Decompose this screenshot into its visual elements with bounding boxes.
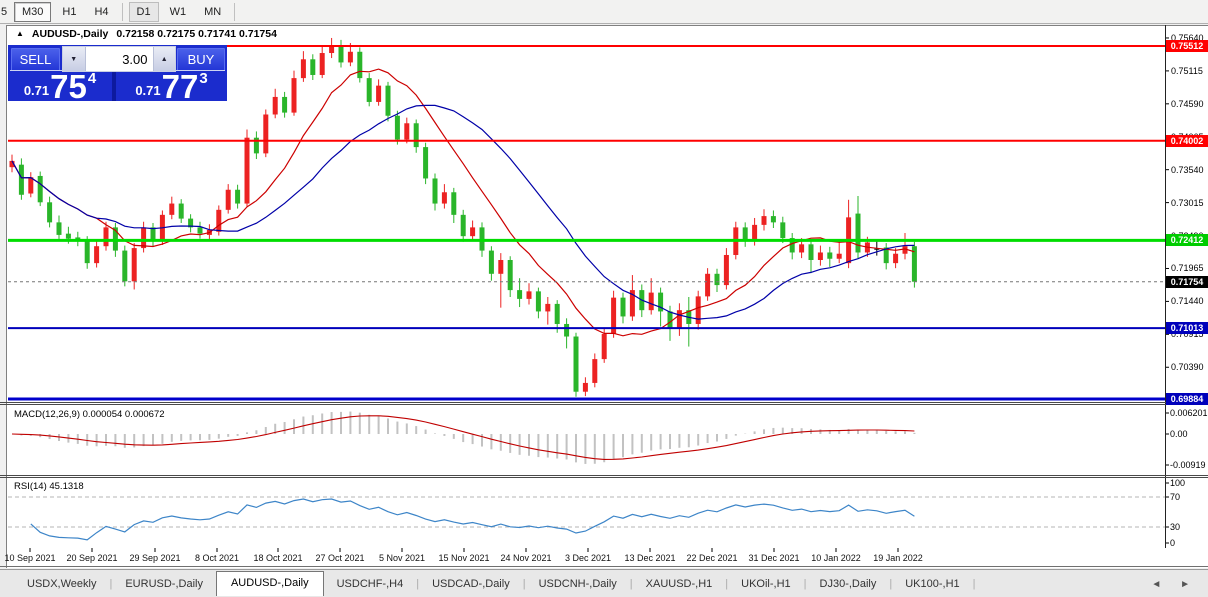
one-click-trade-panel: SELL BUY ▼ ▲ 0.71 75 4 0.71 77 3 [8, 45, 227, 101]
pane-splitter[interactable] [0, 404, 1208, 405]
date-label: 22 Dec 2021 [686, 553, 737, 563]
rsi-axis-label: 30 [1170, 522, 1180, 532]
date-label: 10 Jan 2022 [811, 553, 861, 563]
mt4-window: 5 M30H1H4D1W1MN ▲ AUDUSD-,Daily 0.72158 … [0, 0, 1208, 597]
price-tag-0.74002: 0.74002 [1166, 135, 1208, 147]
date-label: 29 Sep 2021 [129, 553, 180, 563]
tab-eurusd-daily[interactable]: EURUSD-,Daily [112, 574, 216, 594]
price-tick-label: 0.71965 [1171, 263, 1204, 273]
date-label: 19 Jan 2022 [873, 553, 923, 563]
buy-price-big: 77 [162, 72, 199, 101]
chart-symbol-title: AUDUSD-,Daily [32, 28, 108, 40]
collapse-triangle-icon[interactable]: ▲ [16, 29, 24, 39]
price-tag-0.69884: 0.69884 [1166, 393, 1208, 405]
price-tick-label: 0.71440 [1171, 296, 1204, 306]
rsi-label: RSI(14) 45.1318 [14, 481, 84, 492]
date-label: 20 Sep 2021 [66, 553, 117, 563]
price-tick-label: 0.73540 [1171, 165, 1204, 175]
pane-splitter[interactable] [0, 475, 1208, 476]
rsi-axis-label: 100 [1170, 478, 1185, 488]
chart-bottom-border [0, 566, 1208, 567]
macd-axis-label: 0.00 [1170, 429, 1188, 439]
tab-usdchf-h4[interactable]: USDCHF-,H4 [324, 574, 417, 594]
macd-axis-label: 0.006201 [1170, 408, 1208, 418]
tab-usdcnh-daily[interactable]: USDCNH-,Daily [526, 574, 630, 594]
buy-price-prefix: 0.71 [135, 83, 160, 98]
tab-ukoil-h1[interactable]: UKOil-,H1 [728, 574, 804, 594]
pane-splitter[interactable] [0, 477, 1208, 478]
date-label: 3 Dec 2021 [565, 553, 611, 563]
date-label: 31 Dec 2021 [748, 553, 799, 563]
price-tag-0.75512: 0.75512 [1166, 40, 1208, 52]
date-label: 27 Oct 2021 [315, 553, 364, 563]
volume-spinner: ▼ ▲ [62, 46, 176, 72]
date-label: 24 Nov 2021 [500, 553, 551, 563]
tab-uk100-h1[interactable]: UK100-,H1 [892, 574, 972, 594]
date-label: 18 Oct 2021 [253, 553, 302, 563]
volume-decrease-button[interactable]: ▼ [63, 47, 86, 71]
sell-price-big: 75 [50, 72, 87, 101]
price-tick-label: 0.70390 [1171, 362, 1204, 372]
sell-price-display[interactable]: 0.71 75 4 [8, 72, 112, 101]
date-label: 15 Nov 2021 [438, 553, 489, 563]
volume-input[interactable] [86, 47, 153, 71]
price-tick-label: 0.74590 [1171, 99, 1204, 109]
tab-xauusd-h1[interactable]: XAUUSD-,H1 [633, 574, 726, 594]
volume-increase-button[interactable]: ▲ [153, 47, 176, 71]
price-tag-0.71754: 0.71754 [1166, 276, 1208, 288]
pane-splitter[interactable] [0, 402, 1208, 403]
tab-usdx-weekly[interactable]: USDX,Weekly [14, 574, 109, 594]
tab-audusd-daily[interactable]: AUDUSD-,Daily [216, 571, 324, 596]
date-label: 5 Nov 2021 [379, 553, 425, 563]
chart-tab-bar: USDX,Weekly|EURUSD-,DailyAUDUSD-,DailyUS… [0, 569, 1208, 597]
chart-titlebar: ▲ AUDUSD-,Daily 0.72158 0.72175 0.71741 … [16, 27, 277, 41]
tabs: USDX,Weekly|EURUSD-,DailyAUDUSD-,DailyUS… [14, 573, 976, 596]
tab-dj30-daily[interactable]: DJ30-,Daily [807, 574, 890, 594]
tab-scroll-arrows[interactable]: ◄ ► [1151, 579, 1198, 590]
rsi-axis-label: 70 [1170, 492, 1180, 502]
price-tag-0.71013: 0.71013 [1166, 322, 1208, 334]
buy-price-sup: 3 [199, 70, 207, 87]
date-label: 8 Oct 2021 [195, 553, 239, 563]
chart-ohlc-values: 0.72158 0.72175 0.71741 0.71754 [116, 28, 277, 40]
price-tag-0.72412: 0.72412 [1166, 234, 1208, 246]
rsi-axis-label: 0 [1170, 538, 1175, 548]
tab-usdcad-daily[interactable]: USDCAD-,Daily [419, 574, 523, 594]
date-label: 10 Sep 2021 [4, 553, 55, 563]
sell-price-prefix: 0.71 [24, 83, 49, 98]
macd-axis-label: -0.00919 [1170, 460, 1206, 470]
tab-separator: | [973, 578, 976, 590]
sell-price-sup: 4 [88, 70, 96, 87]
price-tick-label: 0.73015 [1171, 198, 1204, 208]
date-label: 13 Dec 2021 [624, 553, 675, 563]
buy-price-display[interactable]: 0.71 77 3 [116, 72, 227, 101]
price-tick-label: 0.75115 [1171, 66, 1203, 76]
macd-label: MACD(12,26,9) 0.000054 0.000672 [14, 409, 165, 420]
